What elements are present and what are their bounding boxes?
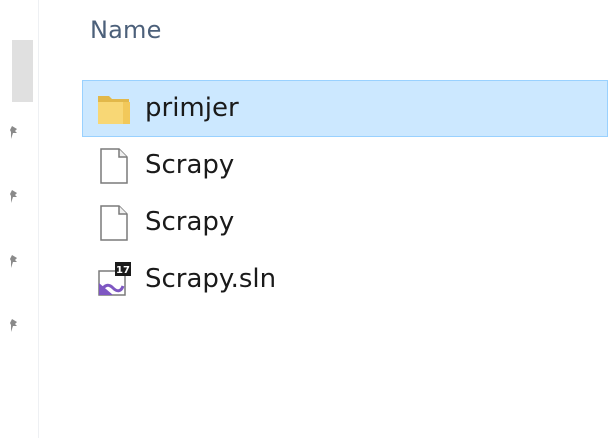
document-icon <box>100 205 128 241</box>
list-item[interactable]: Scrapy <box>82 194 608 251</box>
file-name: Scrapy <box>145 207 235 237</box>
name-column-header[interactable]: Name <box>90 16 162 44</box>
pin-icon[interactable] <box>9 253 21 269</box>
pin-icon[interactable] <box>9 317 21 333</box>
file-name: primjer <box>145 93 239 123</box>
pin-icon[interactable] <box>9 188 21 204</box>
list-item[interactable]: primjer <box>82 80 608 137</box>
navigation-pane[interactable] <box>0 0 39 438</box>
list-item[interactable]: 17 Scrapy.sln <box>82 251 608 308</box>
document-icon <box>100 148 128 184</box>
visual-studio-solution-icon: 17 <box>98 262 131 296</box>
pin-icon[interactable] <box>9 124 21 140</box>
list-item[interactable]: Scrapy <box>82 137 608 194</box>
file-name: Scrapy <box>145 150 235 180</box>
file-name: Scrapy.sln <box>145 264 277 294</box>
version-badge: 17 <box>116 265 130 276</box>
navigation-pane-scrollbar-thumb[interactable] <box>12 40 33 102</box>
folder-icon <box>98 96 130 124</box>
file-list: primjer Scrapy Scrapy 17 Scrapy.sln <box>82 80 608 308</box>
